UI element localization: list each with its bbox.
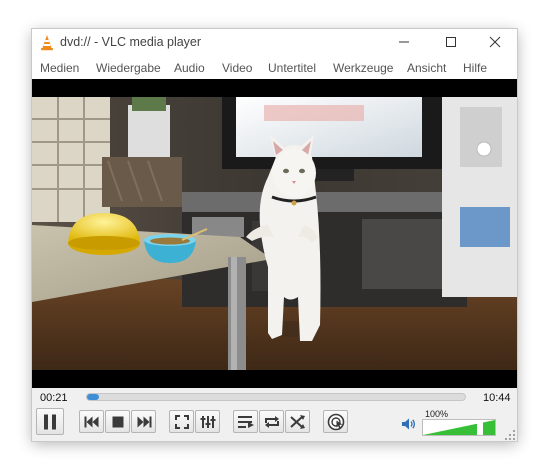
minimize-icon — [399, 41, 409, 43]
controls-bar: 100% — [32, 408, 517, 441]
pause-icon — [44, 414, 56, 429]
menu-ansicht[interactable]: Ansicht — [407, 61, 446, 75]
extended-settings-button[interactable] — [195, 410, 220, 433]
volume-level — [423, 420, 495, 435]
shuffle-button[interactable] — [285, 410, 310, 433]
loop-icon — [264, 415, 279, 428]
volume-percent: 100% — [425, 409, 449, 419]
window-title: dvd:// - VLC media player — [60, 35, 202, 49]
speaker-icon[interactable] — [402, 418, 416, 430]
fullscreen-button[interactable] — [169, 410, 194, 433]
menu-wiedergabe[interactable]: Wiedergabe — [96, 61, 161, 75]
video-frame — [32, 97, 517, 370]
resize-grip-icon[interactable] — [505, 430, 515, 440]
maximize-button[interactable] — [428, 29, 474, 56]
menu-audio[interactable]: Audio — [174, 61, 205, 75]
loop-button[interactable] — [259, 410, 284, 433]
seek-progress — [87, 394, 100, 400]
stop-icon — [112, 416, 123, 427]
playlist-button[interactable] — [233, 410, 258, 433]
fullscreen-icon — [174, 414, 189, 429]
menu-video[interactable]: Video — [222, 61, 252, 75]
frame-by-frame-button[interactable] — [323, 410, 348, 433]
total-time[interactable]: 10:44 — [483, 392, 511, 404]
volume-slider[interactable] — [422, 419, 496, 436]
shuffle-icon — [289, 414, 305, 429]
frame-by-frame-icon — [327, 413, 344, 430]
menu-medien[interactable]: Medien — [40, 61, 79, 75]
menu-hilfe[interactable]: Hilfe — [463, 61, 487, 75]
previous-button[interactable] — [79, 410, 104, 433]
pause-button[interactable] — [36, 408, 64, 435]
extended-settings-icon — [200, 415, 215, 428]
menu-bar: Medien Wiedergabe Audio Video Untertitel… — [32, 56, 517, 79]
seek-slider[interactable] — [86, 393, 466, 401]
minimize-button[interactable] — [381, 29, 427, 56]
next-button[interactable] — [131, 410, 156, 433]
vlc-window: dvd:// - VLC media player Medien Wiederg… — [32, 29, 517, 441]
menu-werkzeuge[interactable]: Werkzeuge — [333, 61, 393, 75]
seek-row: 00:21 10:44 — [32, 388, 517, 408]
close-button[interactable] — [472, 29, 517, 56]
vlc-cone-icon — [41, 35, 53, 51]
maximize-icon — [446, 37, 456, 47]
playlist-icon — [237, 415, 254, 428]
skip-next-icon — [137, 416, 151, 427]
elapsed-time: 00:21 — [40, 392, 68, 404]
stop-button[interactable] — [105, 410, 130, 433]
skip-previous-icon — [84, 416, 98, 427]
title-bar[interactable]: dvd:// - VLC media player — [32, 29, 517, 56]
video-area[interactable] — [32, 79, 517, 388]
menu-untertitel[interactable]: Untertitel — [268, 61, 316, 75]
close-icon — [489, 36, 501, 48]
